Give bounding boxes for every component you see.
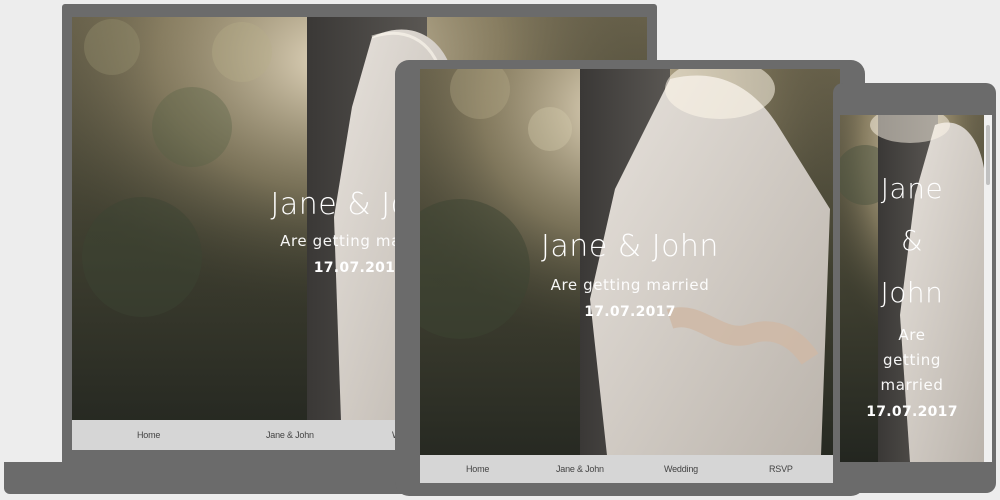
hero-subtitle-line-1: Are <box>898 326 926 344</box>
couple-names: Jane & John <box>541 229 719 264</box>
tablet-screen: Jane & John Are getting married 17.07.20… <box>420 69 840 483</box>
nav-item-jane-john[interactable]: Jane & John <box>556 464 604 474</box>
hero-subtitle-line-2: getting <box>883 351 941 369</box>
couple-names-line-3: John <box>880 276 944 309</box>
nav-item-home[interactable]: Home <box>466 464 489 474</box>
phone-hero: Jane & John Are getting married 17.07.20… <box>840 163 984 420</box>
tablet-navbar: Home Jane & John Wedding RSVP <box>420 455 840 483</box>
tablet-hero: Jane & John Are getting married 17.07.20… <box>420 229 840 320</box>
nav-item-rsvp[interactable]: RSVP <box>769 464 793 474</box>
nav-item-wedding[interactable]: Wedding <box>664 464 698 474</box>
scrollbar-thumb[interactable] <box>986 125 990 185</box>
nav-item-home[interactable]: Home <box>137 430 160 440</box>
phone-scrollbar[interactable] <box>984 115 992 462</box>
wedding-date: 17.07.2017 <box>584 304 676 320</box>
hero-subtitle-line-3: married <box>880 376 944 394</box>
nav-item-jane-john[interactable]: Jane & John <box>266 430 314 440</box>
hero-subtitle: Are getting married <box>550 276 710 294</box>
couple-names-line-2: & <box>900 224 924 257</box>
wedding-date: 17.07.2017 <box>866 404 958 420</box>
couple-names-line-1: Jane <box>880 172 944 205</box>
phone-screen: Jane & John Are getting married 17.07.20… <box>840 115 992 462</box>
